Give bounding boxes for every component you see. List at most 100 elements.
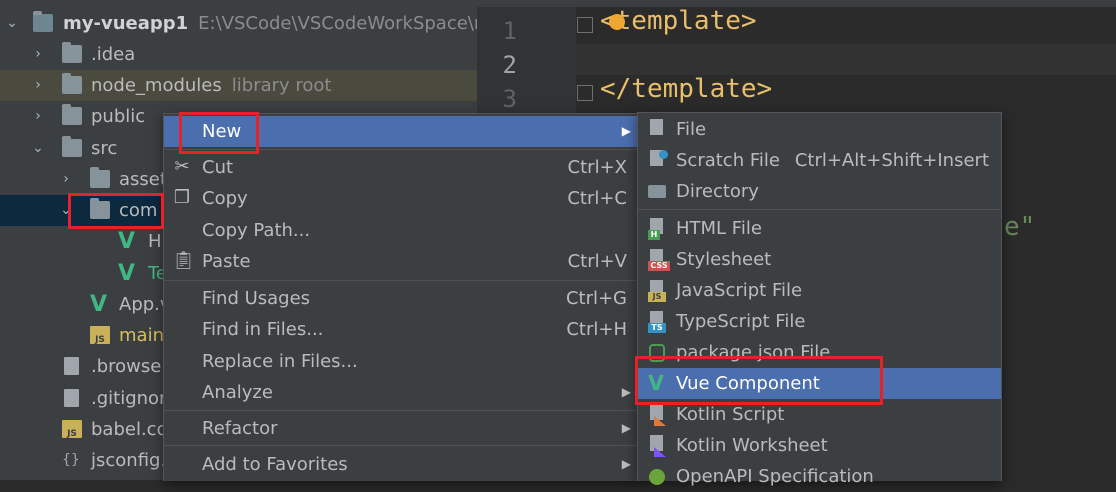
menu-shortcut: Ctrl+C xyxy=(567,188,627,209)
kotlin-script-icon xyxy=(648,404,666,426)
chevron-right-icon[interactable]: › xyxy=(30,39,46,70)
tree-label: .gitignor xyxy=(91,388,167,409)
menu-item-analyze[interactable]: Analyze ▶ xyxy=(164,377,639,408)
menu-item-label: Directory xyxy=(676,181,759,202)
context-menu: New ▶ ✂ Cut Ctrl+X ❐ Copy Ctrl+C Copy Pa… xyxy=(163,113,640,481)
menu-item-cut[interactable]: ✂ Cut Ctrl+X xyxy=(164,152,639,183)
scissors-icon: ✂ xyxy=(174,156,190,177)
menu-separator xyxy=(164,410,639,411)
chevron-right-icon[interactable]: › xyxy=(30,70,46,101)
project-icon xyxy=(33,11,53,32)
submenu-item-openapi[interactable]: OpenAPI Specification xyxy=(638,461,1001,492)
intention-bulb-icon[interactable] xyxy=(609,14,625,30)
clipboard-icon: 📋︎ xyxy=(172,250,195,271)
tree-row-project-root[interactable]: ⌄ my-vueapp1 E:\VSCode\VSCodeWorkSpace\my xyxy=(0,8,477,39)
menu-item-label: TypeScript File xyxy=(676,311,806,332)
line-number: 3 xyxy=(502,85,517,113)
tree-row-node-modules[interactable]: › node_modules library root xyxy=(0,70,477,101)
highlight-box-components xyxy=(68,193,164,229)
submenu-arrow-icon: ▶ xyxy=(621,385,631,399)
menu-item-find-in-files[interactable]: Find in Files... Ctrl+H xyxy=(164,314,639,345)
menu-shortcut: Ctrl+Alt+Shift+Insert xyxy=(794,150,989,171)
menu-item-add-to-favorites[interactable]: Add to Favorites ▶ xyxy=(164,449,639,480)
menu-item-label: Find Usages xyxy=(202,288,311,309)
menu-item-label: File xyxy=(676,119,707,140)
menu-item-find-usages[interactable]: Find Usages Ctrl+G xyxy=(164,283,639,314)
submenu-item-stylesheet[interactable]: CSS Stylesheet xyxy=(638,244,1001,275)
folder-icon xyxy=(648,181,666,203)
menu-shortcut: Ctrl+X xyxy=(567,157,627,178)
json-file-icon: {} xyxy=(62,452,80,468)
line-number: 1 xyxy=(502,17,517,45)
menu-item-label: JavaScript File xyxy=(676,280,803,301)
submenu-item-file[interactable]: File xyxy=(638,114,1001,145)
menu-item-label: Stylesheet xyxy=(676,249,772,270)
css-file-icon: CSS xyxy=(648,249,670,271)
menu-separator xyxy=(164,280,639,281)
tree-label: H xyxy=(148,231,162,252)
menu-separator xyxy=(164,445,639,446)
chevron-down-icon[interactable]: ⌄ xyxy=(4,8,20,39)
menu-item-label: Scratch File xyxy=(676,150,780,171)
folder-icon xyxy=(90,167,110,188)
menu-item-label: HTML File xyxy=(676,218,762,239)
menu-item-refactor[interactable]: Refactor ▶ xyxy=(164,413,639,444)
submenu-item-kotlin-worksheet[interactable]: Kotlin Worksheet xyxy=(638,430,1001,461)
tree-label: .idea xyxy=(91,44,136,65)
menu-shortcut: Ctrl+G xyxy=(565,288,627,309)
menu-shortcut: Ctrl+H xyxy=(566,319,627,340)
menu-item-label: Add to Favorites xyxy=(202,454,348,475)
menu-item-label: Kotlin Worksheet xyxy=(676,435,828,456)
menu-item-replace-in-files[interactable]: Replace in Files... xyxy=(164,346,639,377)
menu-item-label: Copy Path... xyxy=(202,220,311,241)
folder-icon xyxy=(62,136,82,157)
editor-tab-strip xyxy=(477,0,1116,7)
tree-label: src xyxy=(91,138,118,159)
tree-label: public xyxy=(91,106,146,127)
menu-item-label: Find in Files... xyxy=(202,319,324,340)
vue-icon: V xyxy=(90,292,108,317)
submenu-item-typescript-file[interactable]: TS TypeScript File xyxy=(638,306,1001,337)
new-submenu: File Scratch File Ctrl+Alt+Shift+Insert … xyxy=(637,112,1002,487)
chevron-right-icon[interactable]: › xyxy=(58,164,74,195)
folder-icon xyxy=(62,104,82,125)
js-file-icon: JS xyxy=(62,420,82,439)
submenu-item-html-file[interactable]: H HTML File xyxy=(638,213,1001,244)
menu-item-label: Analyze xyxy=(202,382,273,403)
code-line-3: </template> xyxy=(600,74,773,104)
submenu-item-directory[interactable]: Directory xyxy=(638,176,1001,207)
menu-item-label: Paste xyxy=(202,251,251,272)
js-file-icon: JS xyxy=(90,326,110,345)
menu-item-label: Refactor xyxy=(202,418,278,439)
menu-item-copy[interactable]: ❐ Copy Ctrl+C xyxy=(164,183,639,214)
submenu-item-scratch-file[interactable]: Scratch File Ctrl+Alt+Shift+Insert xyxy=(638,145,1001,176)
tree-row-idea[interactable]: › .idea xyxy=(0,39,477,70)
tree-label: main xyxy=(119,325,164,346)
submenu-arrow-icon: ▶ xyxy=(621,421,631,435)
menu-item-paste[interactable]: 📋︎ Paste Ctrl+V xyxy=(164,246,639,277)
highlight-box-vue-component xyxy=(635,356,883,405)
chevron-down-icon[interactable]: ⌄ xyxy=(30,133,46,164)
kotlin-worksheet-icon xyxy=(648,435,666,457)
submenu-item-javascript-file[interactable]: JS JavaScript File xyxy=(638,275,1001,306)
vue-icon: V xyxy=(118,261,136,286)
menu-item-label: Copy xyxy=(202,188,248,209)
menu-item-label: Replace in Files... xyxy=(202,351,358,372)
chevron-right-icon[interactable]: › xyxy=(30,101,46,132)
tree-label: jsconfig. xyxy=(91,450,167,471)
menu-item-copy-path[interactable]: Copy Path... xyxy=(164,215,639,246)
file-icon xyxy=(648,119,666,141)
code-fragment: e" xyxy=(1004,212,1036,242)
text-file-icon xyxy=(64,357,79,375)
openapi-icon xyxy=(648,466,666,488)
tree-label: babel.co xyxy=(91,419,168,440)
fold-icon[interactable] xyxy=(577,85,593,101)
fold-icon[interactable] xyxy=(577,17,593,33)
js-file-icon: JS xyxy=(648,280,666,302)
line-number: 2 xyxy=(502,51,517,79)
menu-item-label: Cut xyxy=(202,157,234,178)
submenu-arrow-icon: ▶ xyxy=(621,124,631,138)
html-file-icon: H xyxy=(648,218,666,240)
ts-file-icon: TS xyxy=(648,311,666,333)
tree-label: .browser xyxy=(91,356,169,377)
